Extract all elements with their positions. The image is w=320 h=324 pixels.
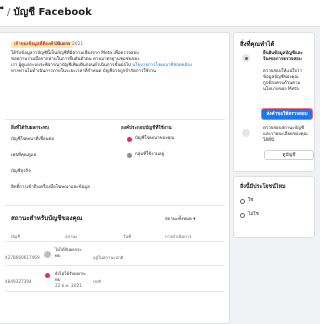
section-title: สถานะสำหรับบัญชีของคุณ bbox=[11, 215, 83, 222]
policy-link[interactable]: นโยบายการโฆษณาที่สอดคล้อง bbox=[132, 63, 192, 68]
actions-title: สิ่งที่คุณทำได้ bbox=[240, 41, 275, 48]
radio-yes[interactable] bbox=[240, 199, 245, 204]
item-text: ได้ที่นี่ bbox=[263, 138, 274, 143]
affected-header: สิ่งที่ได้รับผลกระทบ bbox=[11, 126, 49, 131]
request-review-button[interactable]: ส่งคำขอให้ตรวจสอบ bbox=[261, 108, 313, 120]
account-date: 22 ต.ค. 2021 bbox=[55, 283, 82, 288]
account-name: ยังไม่ได้รับผลกระทบ bbox=[55, 271, 87, 282]
status-description: ได้รับข้อมูลว่าบัญชีนี้เป็นบัญชีที่มีควา… bbox=[11, 51, 225, 75]
clock-icon bbox=[242, 129, 250, 137]
table-header-status[interactable]: สถานะ bbox=[65, 233, 78, 240]
table-header-date[interactable]: วันที่ bbox=[123, 233, 131, 240]
components-header: องค์ประกอบบัญชีที่ใช้งาน bbox=[121, 126, 172, 131]
table-divider bbox=[5, 241, 225, 242]
ad-account-icon bbox=[127, 137, 132, 142]
affected-item: บัญชีธุรกิจ bbox=[11, 169, 31, 174]
request-review-text: ยืนยันข้อมูลบัญชีและ ร้องขอการตรวจสอบ ตร… bbox=[263, 51, 311, 93]
account-status: ปกติ bbox=[93, 279, 101, 284]
page-title: บัญชี Facebook bbox=[13, 7, 92, 18]
view-account-text: ตรวจสอบสถานะบัญชี และรายละเอียดของคุณ ได… bbox=[263, 126, 311, 144]
divider bbox=[5, 205, 225, 206]
feedback-title: สิ่งนี้มีประโยชน์ไหม bbox=[240, 184, 286, 190]
affected-item: สิทธิ์การเข้าถึงเครื่องมือโฆษณาและข้อมูล bbox=[11, 185, 90, 190]
actions-card: สิ่งที่คุณทำได้ ยืนยันข้อมูลบัญชีและ ร้อ… bbox=[233, 32, 315, 172]
item-text: นโยบายของ Meta bbox=[263, 87, 299, 92]
radio-yes-label[interactable]: ใช่ bbox=[248, 198, 253, 204]
affected-item: บัญชีโฆษณาที่เชื่อมต่อ bbox=[11, 137, 54, 142]
table-header-action[interactable]: การดำเนินการ bbox=[165, 233, 192, 240]
table-divider bbox=[5, 291, 225, 292]
account-status-card: เจ้าของข้อมูลที่ต้องดำเนินการ • 24 ต.ค. … bbox=[0, 32, 230, 324]
top-bar: ี/บัญชี Facebook bbox=[0, 0, 320, 27]
warning-icon bbox=[45, 273, 50, 278]
account-status: อยู่ในสถานะปกติ bbox=[93, 255, 124, 260]
account-id: 4849327394 bbox=[5, 279, 32, 284]
group-icon bbox=[127, 153, 132, 158]
table-header-account[interactable]: บัญชี bbox=[11, 233, 20, 240]
table-divider bbox=[5, 265, 225, 266]
breadcrumb: ี/บัญชี Facebook bbox=[4, 5, 92, 20]
radio-no[interactable] bbox=[240, 213, 245, 218]
avatar bbox=[44, 251, 51, 258]
account-name: ไม่ได้รับผลกระทบ bbox=[55, 247, 82, 258]
status-date: • 24 ต.ค. 2021 bbox=[51, 42, 84, 47]
component-item[interactable]: บัญชีโฆษณาของคุณ bbox=[135, 136, 174, 142]
affected-item: เพจที่คุณดูแล bbox=[11, 153, 37, 158]
account-id: 4278660617469 bbox=[5, 255, 40, 260]
breadcrumb-separator: / bbox=[7, 7, 11, 18]
feedback-card: สิ่งนี้มีประโยชน์ไหม ใช่ ไม่ใช่ bbox=[233, 176, 315, 238]
divider bbox=[5, 119, 225, 120]
status-filter-dropdown[interactable]: สถานะทั้งหมด ▾ bbox=[165, 215, 195, 222]
eye-icon bbox=[242, 54, 250, 62]
description-line: หากท่านไม่ดำเนินการภายในระยะเวลาที่กำหนด… bbox=[11, 69, 157, 74]
component-item[interactable]: กลุ่มที่ใช้งานอยู่ bbox=[135, 152, 164, 158]
radio-no-label[interactable]: ไม่ใช่ bbox=[248, 212, 259, 218]
view-account-button[interactable]: ดูบัญชี bbox=[264, 150, 314, 160]
